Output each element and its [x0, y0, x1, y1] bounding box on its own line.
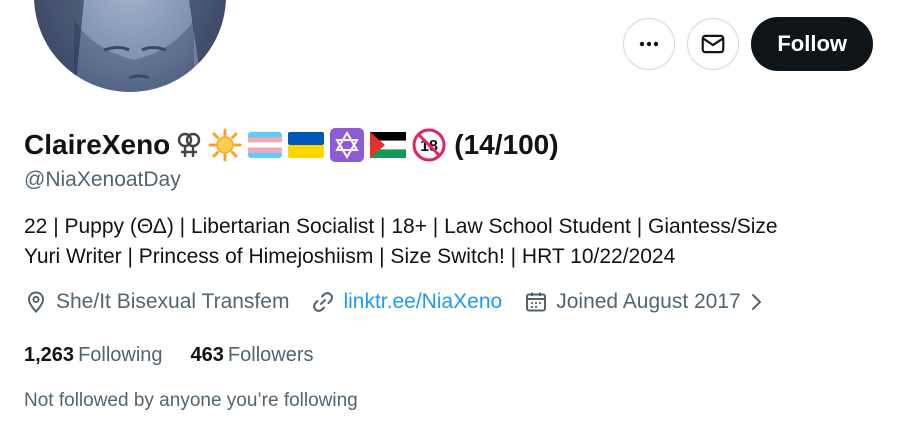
more-button[interactable] — [623, 18, 676, 70]
bio-line: Yuri Writer | Princess of Himejoshiism |… — [24, 245, 676, 268]
followers-count: 463 — [190, 344, 224, 366]
link-icon — [313, 292, 334, 312]
calendar-icon — [526, 292, 547, 312]
handle: @NiaXenoatDay — [24, 168, 181, 191]
followers-label: Followers — [227, 344, 314, 366]
display-name-row: ClaireXeno (14/100) — [24, 124, 559, 166]
bio-line: 22 | Puppy (ΘΔ) | Libertarian Socialist … — [24, 215, 778, 238]
profile-header: Follow ClaireXeno (14/100) @NiaXenoatDay… — [0, 0, 897, 421]
following-count: 1,263 — [24, 344, 75, 366]
following-link[interactable]: 1,263 Following — [24, 344, 163, 367]
following-label: Following — [78, 344, 163, 366]
trans-flag-icon — [248, 132, 283, 158]
chevron-right-icon[interactable] — [747, 290, 767, 314]
location-item: She/It Bisexual Transfem — [24, 290, 289, 314]
more-icon — [640, 41, 659, 47]
location-text: She/It Bisexual Transfem — [56, 290, 290, 313]
website-link[interactable]: linktr.ee/NiaXeno — [343, 290, 502, 314]
name-suffix: (14/100) — [454, 129, 559, 160]
joined-item: Joined August 2017 — [524, 290, 767, 314]
location-pin-icon — [27, 291, 45, 313]
display-name: ClaireXeno — [24, 129, 171, 160]
not-followed-note: Not followed by anyone you’re following — [24, 390, 358, 411]
avatar[interactable] — [30, 0, 230, 96]
mail-icon — [701, 34, 725, 54]
palestine-flag-icon — [370, 132, 407, 158]
sapphic-symbol-icon — [176, 131, 202, 159]
message-button[interactable] — [687, 18, 740, 70]
profile-meta: She/It Bisexual Transfem linktr.ee/NiaXe… — [24, 290, 789, 314]
joined-text: Joined August 2017 — [556, 290, 741, 313]
ukraine-flag-icon — [288, 132, 325, 158]
no-under-18-icon: 18 — [412, 128, 446, 162]
followers-link[interactable]: 463 Followers — [191, 344, 314, 367]
follow-button[interactable]: Follow — [751, 17, 873, 71]
avatar-art — [34, 0, 226, 92]
follow-stats: 1,263 Following 463 Followers — [24, 344, 342, 367]
website-item[interactable]: linktr.ee/NiaXeno — [311, 290, 502, 314]
profile-actions: Follow — [623, 17, 873, 71]
bio: 22 | Puppy (ΘΔ) | Libertarian Socialist … — [24, 212, 864, 272]
star-of-david-icon — [330, 128, 365, 162]
sun-icon — [208, 128, 242, 162]
